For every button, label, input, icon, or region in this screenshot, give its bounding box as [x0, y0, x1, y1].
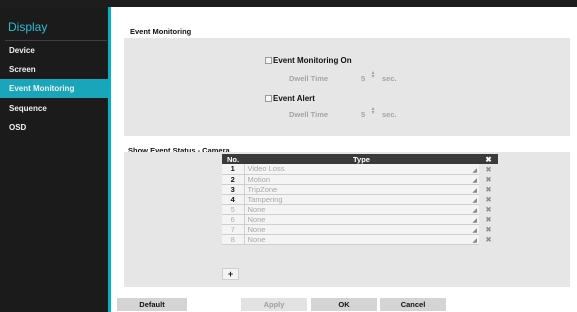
dwell-time-label-2: Dwell Time: [289, 110, 329, 119]
delete-all-icon[interactable]: ✖: [479, 154, 498, 164]
table-header-row: No. Type ✖: [222, 154, 498, 164]
table-row: 3 TripZone ◢ ✖: [222, 184, 498, 195]
event-type-dropdown[interactable]: None ◢: [243, 204, 479, 215]
column-header-type: Type: [244, 154, 479, 164]
event-type-value: Tampering: [247, 194, 283, 204]
delete-row-icon[interactable]: ✖: [479, 224, 498, 234]
event-type-dropdown[interactable]: None ◢: [243, 234, 479, 245]
default-button[interactable]: Default: [117, 298, 187, 311]
dwell-time-label-1: Dwell Time: [289, 74, 329, 83]
delete-row-icon[interactable]: ✖: [479, 234, 498, 244]
event-monitoring-title: Event Monitoring: [130, 27, 192, 36]
window-top-frame: [0, 0, 577, 7]
sidebar-item-osd[interactable]: OSD: [0, 118, 108, 137]
event-type-value: None: [247, 214, 266, 224]
table-row: 2 Motion ◢ ✖: [222, 174, 498, 185]
event-type-dropdown[interactable]: Motion ◢: [243, 174, 479, 185]
row-number: 1: [222, 164, 244, 175]
dropdown-caret-icon: ◢: [472, 197, 477, 204]
event-type-value: Motion: [247, 174, 271, 184]
delete-row-icon[interactable]: ✖: [479, 184, 498, 194]
delete-row-icon[interactable]: ✖: [479, 164, 498, 174]
dropdown-caret-icon: ◢: [472, 227, 477, 234]
event-type-dropdown[interactable]: Tampering ◢: [243, 194, 479, 205]
dwell-time-value-1[interactable]: 5: [361, 74, 365, 83]
delete-row-icon[interactable]: ✖: [479, 204, 498, 214]
event-type-value: TripZone: [247, 184, 278, 194]
event-type-table: No. Type ✖ 1 Video Loss ◢ ✖ 2 Motion ◢ ✖ 3…: [222, 154, 498, 245]
event-alert-checkbox[interactable]: [265, 95, 272, 102]
event-type-dropdown[interactable]: TripZone ◢: [243, 184, 479, 195]
row-number: 8: [222, 234, 244, 245]
event-monitoring-panel: [124, 38, 570, 136]
dropdown-caret-icon: ◢: [472, 167, 477, 174]
apply-button[interactable]: Apply: [241, 298, 307, 311]
dropdown-caret-icon: ◢: [472, 237, 477, 244]
column-header-no: No.: [222, 154, 244, 164]
ok-button[interactable]: OK: [311, 298, 377, 311]
dwell-time-unit-1: sec.: [382, 74, 397, 83]
event-type-dropdown[interactable]: None ◢: [243, 214, 479, 225]
row-number: 6: [222, 214, 244, 225]
event-alert-label: Event Alert: [273, 94, 315, 103]
event-type-value: None: [247, 204, 266, 214]
row-number: 5: [222, 204, 244, 215]
main-content: Event Monitoring Event Monitoring On Dwe…: [114, 7, 577, 312]
delete-row-icon[interactable]: ✖: [479, 174, 498, 184]
sidebar-item-device[interactable]: Device: [0, 41, 108, 60]
delete-row-icon[interactable]: ✖: [479, 194, 498, 204]
dwell-time-unit-2: sec.: [382, 110, 397, 119]
event-monitoring-on-checkbox[interactable]: [265, 57, 272, 64]
sidebar-title: Display: [8, 20, 48, 34]
event-monitoring-on-label: Event Monitoring On: [273, 56, 352, 65]
spinner-arrows-icon[interactable]: ▴ ▾: [370, 70, 376, 80]
table-row: 8 None ◢ ✖: [222, 234, 498, 245]
table-row: 6 None ◢ ✖: [222, 214, 498, 225]
row-number: 2: [222, 174, 244, 185]
table-row: 1 Video Loss ◢ ✖: [222, 164, 498, 175]
dropdown-caret-icon: ◢: [472, 187, 477, 194]
event-type-dropdown[interactable]: None ◢: [243, 224, 479, 235]
sidebar-item-screen[interactable]: Screen: [0, 60, 108, 79]
event-type-value: None: [247, 224, 266, 234]
cancel-button[interactable]: Cancel: [380, 298, 446, 311]
delete-row-icon[interactable]: ✖: [479, 214, 498, 224]
row-number: 4: [222, 194, 244, 205]
event-type-value: None: [247, 234, 266, 244]
spinner-arrows-icon[interactable]: ▴ ▾: [370, 106, 376, 116]
table-row: 4 Tampering ◢ ✖: [222, 194, 498, 205]
dropdown-caret-icon: ◢: [472, 217, 477, 224]
dropdown-caret-icon: ◢: [472, 207, 477, 214]
dwell-time-value-2[interactable]: 5: [361, 110, 365, 119]
sidebar-item-event-monitoring[interactable]: Event Monitoring: [0, 79, 108, 98]
add-row-button[interactable]: +: [222, 268, 239, 280]
dropdown-caret-icon: ◢: [472, 177, 477, 184]
row-number: 7: [222, 224, 244, 235]
table-row: 5 None ◢ ✖: [222, 204, 498, 215]
sidebar: Display Device Screen Event Monitoring S…: [0, 7, 111, 312]
sidebar-item-sequence[interactable]: Sequence: [0, 99, 108, 118]
table-row: 7 None ◢ ✖: [222, 224, 498, 235]
event-type-value: Video Loss: [247, 164, 285, 174]
event-type-dropdown[interactable]: Video Loss ◢: [243, 164, 479, 175]
row-number: 3: [222, 184, 244, 195]
